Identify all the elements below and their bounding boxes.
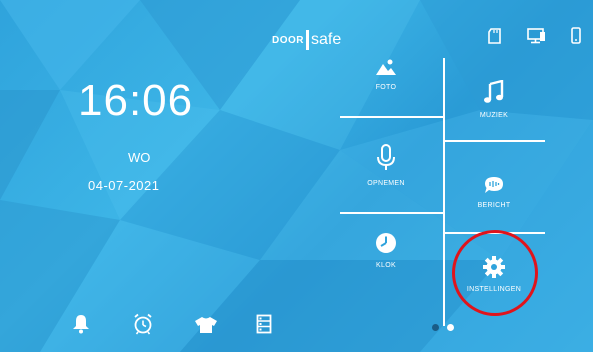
phone-icon[interactable] (570, 27, 588, 45)
tile-divider-muziek (445, 140, 545, 142)
list-icon[interactable] (256, 314, 276, 336)
home-screen: DOOR safe 16:06 WO 04-07-2021 FOTO MUZIE… (0, 0, 593, 352)
tile-opnemen[interactable]: OPNEMEN (356, 144, 416, 187)
tile-divider-opnemen (340, 212, 443, 214)
tile-klok-label: KLOK (376, 262, 396, 269)
music-note-icon (484, 80, 504, 103)
pager-dot-1[interactable] (432, 324, 439, 331)
alarm-clock-icon[interactable] (133, 313, 153, 335)
message-bubble-icon (485, 177, 503, 193)
pager-dot-2[interactable] (447, 324, 454, 331)
clock-icon (376, 233, 396, 253)
tile-bericht[interactable]: BERICHT (464, 176, 524, 209)
photo-icon (376, 59, 396, 75)
bell-icon[interactable] (72, 314, 92, 336)
shirt-icon[interactable] (194, 316, 218, 338)
doorsafe-logo: DOOR safe (272, 30, 341, 50)
tile-foto-label: FOTO (375, 84, 397, 91)
tile-divider-foto (340, 116, 443, 118)
logo-divider (306, 30, 309, 50)
tile-opnemen-label: OPNEMEN (367, 180, 405, 187)
microphone-icon (377, 144, 395, 170)
tile-divider-vertical (443, 58, 445, 326)
clock-time: 16:06 (78, 76, 194, 125)
tile-foto[interactable]: FOTO (356, 58, 416, 91)
clock-date: 04-07-2021 (88, 178, 160, 193)
tile-klok[interactable]: KLOK (356, 232, 416, 269)
tile-muziek[interactable]: MUZIEK (464, 80, 524, 119)
logo-right-text: safe (311, 31, 342, 48)
instellingen-highlight-circle (452, 230, 538, 316)
clock-day: WO (128, 150, 151, 165)
logo-left-text: DOOR (272, 34, 304, 46)
tile-bericht-label: BERICHT (477, 202, 511, 209)
monitor-icon[interactable] (526, 27, 545, 45)
tile-muziek-label: MUZIEK (479, 112, 509, 119)
sd-card-icon[interactable] (486, 27, 504, 45)
